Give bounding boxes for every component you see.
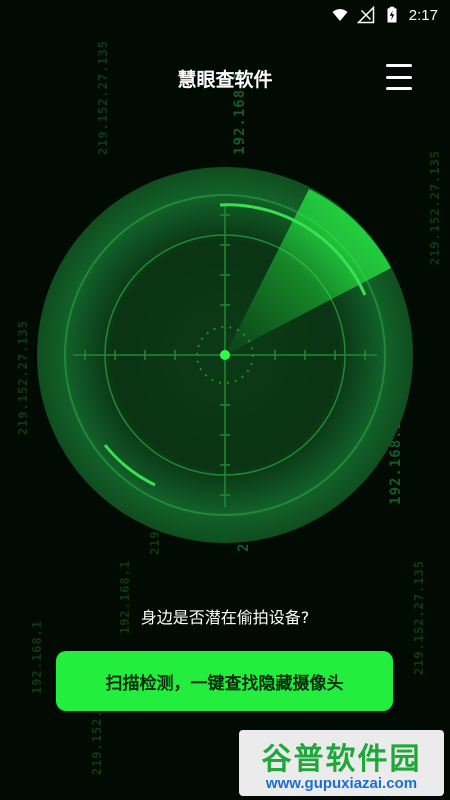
watermark-title: 谷普软件园 — [261, 742, 422, 777]
signal-icon — [356, 6, 375, 24]
radar-center-dot — [220, 350, 230, 360]
detection-question: 身边是否潜在偷拍设备? — [140, 608, 310, 627]
ip-text: 219.152.27.135 — [428, 150, 442, 266]
battery-charging-icon — [387, 6, 397, 23]
page-title: 慧眼查软件 — [177, 68, 273, 91]
radar-graphic — [37, 167, 413, 543]
watermark-url: www.gupuxiazai.com — [265, 775, 418, 792]
app-header: 慧眼查软件 — [0, 56, 450, 100]
scan-button[interactable]: 扫描检测，一键查找隐藏摄像头 — [56, 651, 393, 711]
watermark-logo: 谷普软件园 www.gupuxiazai.com — [239, 730, 444, 796]
status-bar: 2:17 — [0, 0, 450, 30]
status-time: 2:17 — [408, 6, 438, 24]
menu-icon[interactable] — [386, 64, 412, 90]
ip-text: 192.168.1 — [30, 620, 44, 695]
wifi-icon — [332, 9, 348, 21]
